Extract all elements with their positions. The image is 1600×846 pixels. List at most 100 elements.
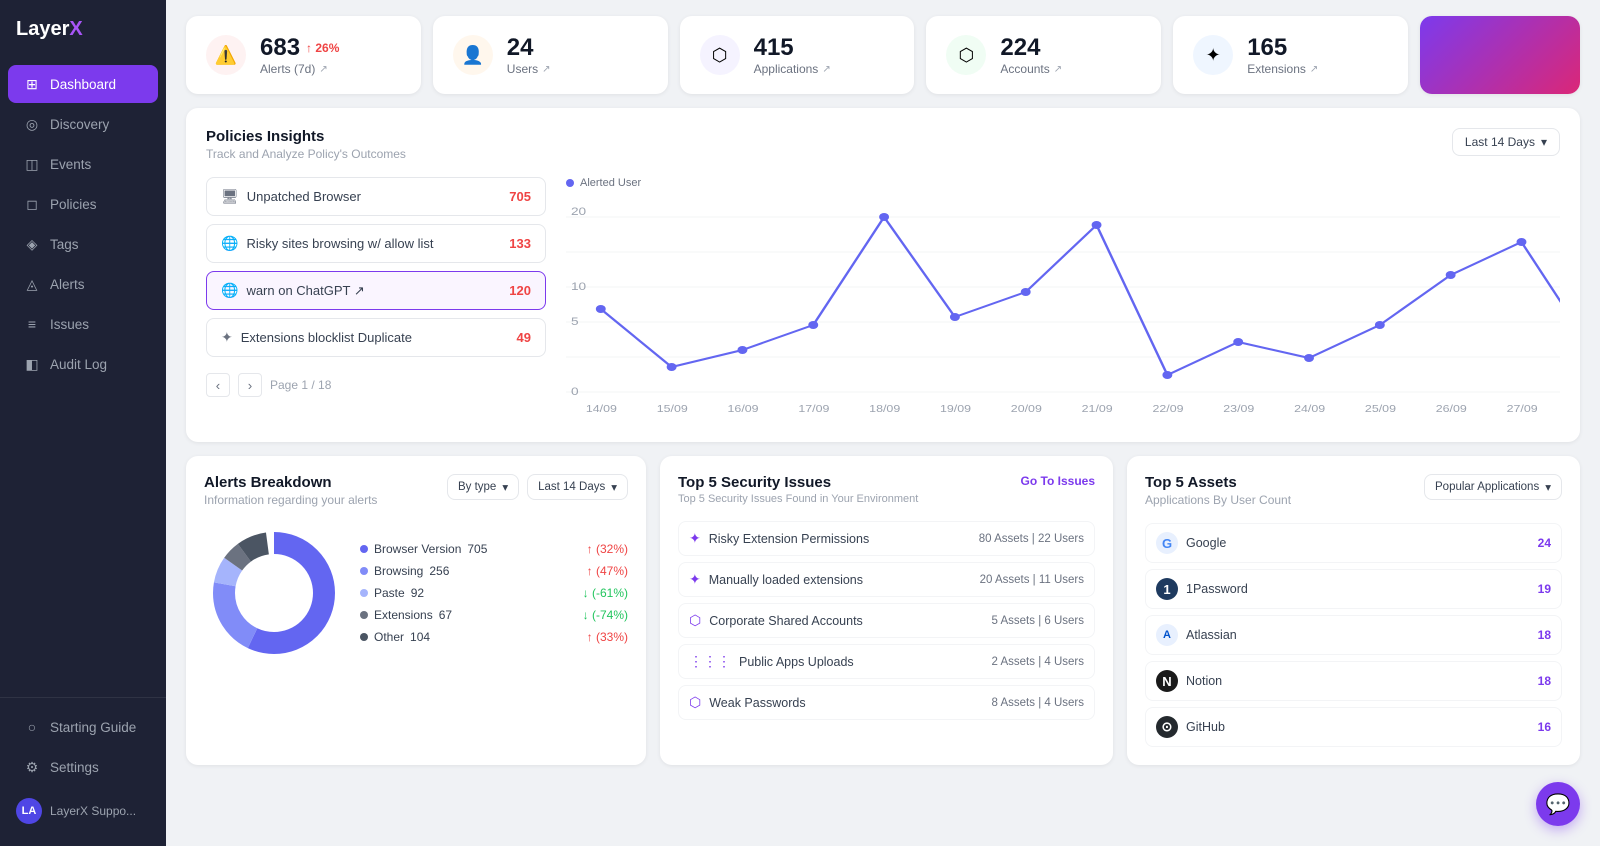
legend-item-label: Extensions [374,608,433,622]
line-chart: 20 10 5 0 [566,197,1560,417]
sidebar-item-events[interactable]: ◫ Events [8,145,158,183]
security-item-stats: 2 Assets | 4 Users [992,656,1084,668]
asset-item-github[interactable]: ⊙ GitHub 16 [1145,707,1562,747]
alerts-breakdown-title: Alerts Breakdown [204,474,377,491]
legend-item-label: Other [374,630,404,644]
chevron-down-icon: ▾ [1545,480,1551,494]
policies-title: Policies Insights [206,128,406,145]
policy-item-chatgpt[interactable]: 🌐 warn on ChatGPT ↗ 120 [206,271,546,310]
security-item[interactable]: ✦ Manually loaded extensions 20 Assets |… [678,562,1095,597]
chart-legend: Alerted User [566,177,1560,189]
legend-item-change: ↑ (47%) [587,564,628,578]
security-item[interactable]: ⋮⋮⋮ Public Apps Uploads 2 Assets | 4 Use… [678,644,1095,679]
policy-icon: 🌐 [221,235,238,252]
assets-filter-dropdown[interactable]: Popular Applications ▾ [1424,474,1562,500]
stat-card-alerts[interactable]: ⚠️ 683 ↑ 26% Alerts (7d) ↗ [186,16,421,94]
sidebar-item-policies[interactable]: ◻ Policies [8,185,158,223]
assets-title-block: Top 5 Assets Applications By User Count [1145,474,1291,507]
security-item-left: ⬡ Weak Passwords [689,694,806,711]
sidebar-item-label: Settings [50,760,99,775]
svg-text:14/09: 14/09 [586,404,617,415]
stat-card-users[interactable]: 👤 24 Users ↗ [433,16,668,94]
stat-cards-row: ⚠️ 683 ↑ 26% Alerts (7d) ↗ 👤 24 Users ↗ [186,16,1580,94]
alerts-filter2-dropdown[interactable]: Last 14 Days ▾ [527,474,628,500]
security-item[interactable]: ✦ Risky Extension Permissions 80 Assets … [678,521,1095,556]
settings-icon: ⚙ [24,759,40,775]
policies-subtitle: Track and Analyze Policy's Outcomes [206,147,406,161]
security-item-icon: ⋮⋮⋮ [689,653,731,670]
users-label: Users ↗ [507,62,551,76]
users-number: 24 [507,34,551,62]
sidebar-item-starting-guide[interactable]: ○ Starting Guide [8,708,158,746]
asset-item-1password[interactable]: 1 1Password 19 [1145,569,1562,609]
sidebar: LayerX ⊞ Dashboard ◎ Discovery ◫ Events … [0,0,166,846]
security-item-icon: ⬡ [689,694,701,711]
sidebar-item-tags[interactable]: ◈ Tags [8,225,158,263]
pagination-prev[interactable]: ‹ [206,373,230,397]
apps-stat-icon: ⬡ [700,35,740,75]
sidebar-logo: LayerX [0,0,166,55]
alerts-stat-info: 683 ↑ 26% Alerts (7d) ↗ [260,34,339,76]
asset-item-atlassian[interactable]: A Atlassian 18 [1145,615,1562,655]
dashboard-icon: ⊞ [24,76,40,92]
svg-text:10: 10 [571,280,586,292]
chat-support-bubble[interactable]: 💬 [1536,782,1580,826]
alerts-filter1-dropdown[interactable]: By type ▾ [447,474,519,500]
go-to-issues-link[interactable]: Go To Issues [1021,474,1095,488]
asset-left: N Notion [1156,670,1222,692]
sidebar-item-audit-log[interactable]: ◧ Audit Log [8,345,158,383]
sidebar-item-dashboard[interactable]: ⊞ Dashboard [8,65,158,103]
apps-number: 415 [754,34,831,62]
legend-left: Browsing 256 [360,564,449,578]
alerts-label: Alerts (7d) ↗ [260,62,339,76]
policy-item-unpatched[interactable]: 🖥 Unpatched Browser 705 [206,177,546,216]
legend-item-label: Browser Version [374,542,461,556]
policies-title-block: Policies Insights Track and Analyze Poli… [206,128,406,161]
security-item-stats: 5 Assets | 6 Users [992,615,1084,627]
asset-name: 1Password [1186,582,1248,596]
pagination-next[interactable]: › [238,373,262,397]
asset-name: Atlassian [1186,628,1237,642]
policy-item-extensions[interactable]: ✦ Extensions blocklist Duplicate 49 [206,318,546,357]
legend-item-value: 67 [439,608,452,622]
security-item[interactable]: ⬡ Corporate Shared Accounts 5 Assets | 6… [678,603,1095,638]
asset-count: 24 [1538,536,1551,550]
asset-item-google[interactable]: G Google 24 [1145,523,1562,563]
policy-count: 705 [509,189,531,204]
security-item-icon: ✦ [689,571,701,588]
asset-name: Google [1186,536,1226,550]
apps-stat-info: 415 Applications ↗ [754,34,831,76]
sidebar-item-label: Audit Log [50,357,107,372]
policies-chart: Alerted User 20 10 5 0 [566,177,1560,422]
legend-label: Alerted User [580,177,641,189]
sidebar-item-settings[interactable]: ⚙ Settings [8,748,158,786]
policy-left: 🌐 Risky sites browsing w/ allow list [221,235,434,252]
policy-left: 🌐 warn on ChatGPT ↗ [221,282,365,299]
security-item-name: Weak Passwords [709,696,805,710]
security-item[interactable]: ⬡ Weak Passwords 8 Assets | 4 Users [678,685,1095,720]
sidebar-item-issues[interactable]: ≡ Issues [8,305,158,343]
alerts-stat-icon: ⚠️ [206,35,246,75]
legend-left: Other 104 [360,630,430,644]
tags-icon: ◈ [24,236,40,252]
stat-card-accounts[interactable]: ⬡ 224 Accounts ↗ [926,16,1161,94]
audit-icon: ◧ [24,356,40,372]
policy-item-risky-sites[interactable]: 🌐 Risky sites browsing w/ allow list 133 [206,224,546,263]
security-item-left: ✦ Manually loaded extensions [689,571,863,588]
svg-text:24/09: 24/09 [1294,404,1325,415]
accounts-stat-info: 224 Accounts ↗ [1000,34,1062,76]
policy-name: warn on ChatGPT ↗ [246,283,364,299]
stat-card-extensions[interactable]: ✦ 165 Extensions ↗ [1173,16,1408,94]
user-avatar-row[interactable]: LA LayerX Suppo... [0,788,166,834]
svg-text:26/09: 26/09 [1436,404,1467,415]
policy-icon: ✦ [221,329,233,346]
sidebar-item-discovery[interactable]: ◎ Discovery [8,105,158,143]
stat-card-applications[interactable]: ⬡ 415 Applications ↗ [680,16,915,94]
policies-date-filter[interactable]: Last 14 Days ▾ [1452,128,1560,156]
security-subtitle: Top 5 Security Issues Found in Your Envi… [678,493,918,505]
asset-item-notion[interactable]: N Notion 18 [1145,661,1562,701]
assets-list: G Google 24 1 1Password 19 A Atlassian [1145,523,1562,747]
asset-left: 1 1Password [1156,578,1248,600]
sidebar-item-alerts[interactable]: ◬ Alerts [8,265,158,303]
security-item-stats: 20 Assets | 11 Users [980,574,1084,586]
